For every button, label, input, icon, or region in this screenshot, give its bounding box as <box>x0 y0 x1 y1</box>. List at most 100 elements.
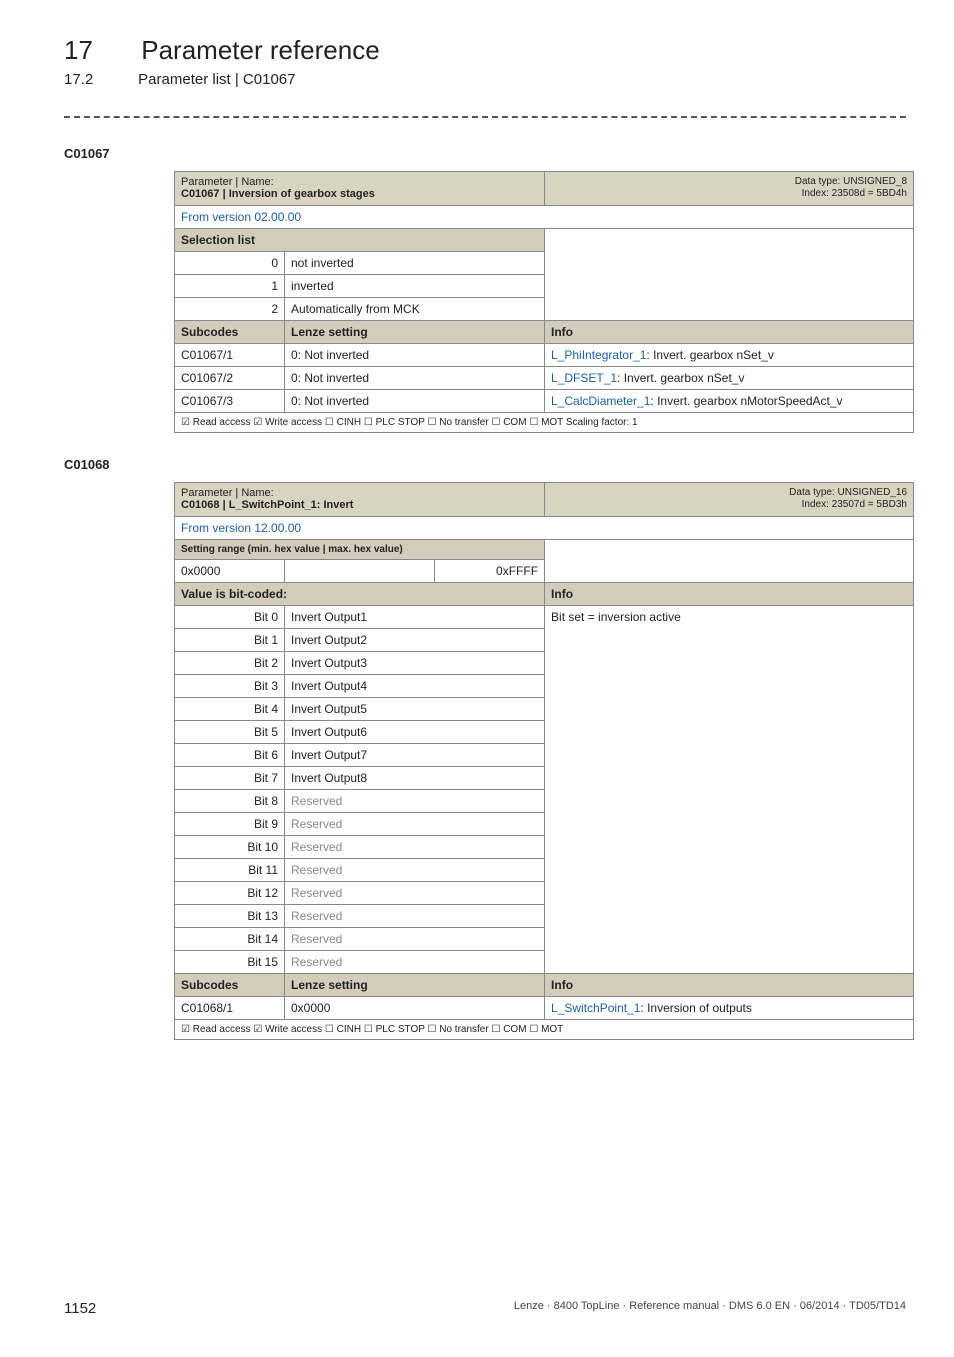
section-number: 17.2 <box>64 71 134 88</box>
bit-info <box>545 766 914 789</box>
bit-text: Reserved <box>285 835 545 858</box>
bit-number: Bit 9 <box>175 812 285 835</box>
subcode-link[interactable]: L_SwitchPoint_1 <box>551 1001 640 1015</box>
sel-num: 0 <box>175 251 285 274</box>
table-row: Bit 15Reserved <box>175 950 914 973</box>
range-max: 0xFFFF <box>435 559 545 582</box>
sel-text: Automatically from MCK <box>285 297 545 320</box>
subcode-suffix: : Invert. gearbox nMotorSpeedAct_v <box>650 394 842 408</box>
table-c01067: Parameter | Name: C01067 | Inversion of … <box>174 171 914 433</box>
param-name-cell: Parameter | Name: C01067 | Inversion of … <box>175 171 545 205</box>
bit-text: Reserved <box>285 881 545 904</box>
subcode-info: L_DFSET_1: Invert. gearbox nSet_v <box>545 366 914 389</box>
bit-text: Invert Output5 <box>285 697 545 720</box>
sel-num: 2 <box>175 297 285 320</box>
subcode-link[interactable]: L_DFSET_1 <box>551 371 617 385</box>
page-number: 1152 <box>64 1300 96 1317</box>
table-row: Bit 13Reserved <box>175 904 914 927</box>
bit-number: Bit 15 <box>175 950 285 973</box>
version-link[interactable]: From version 02.00.00 <box>181 210 301 224</box>
subcode-link[interactable]: L_CalcDiameter_1 <box>551 394 650 408</box>
bit-number: Bit 12 <box>175 881 285 904</box>
chapter-number: 17 <box>64 36 134 65</box>
subcodes-col-c: Info <box>545 973 914 996</box>
table-row: 0 not inverted <box>175 251 914 274</box>
table-row: Bit 6Invert Output7 <box>175 743 914 766</box>
table-row: C01067/3 0: Not inverted L_CalcDiameter_… <box>175 389 914 412</box>
bit-text: Reserved <box>285 904 545 927</box>
subcode-id: C01067/1 <box>175 343 285 366</box>
bit-number: Bit 2 <box>175 651 285 674</box>
sel-text: inverted <box>285 274 545 297</box>
bit-text: Reserved <box>285 950 545 973</box>
subcode-link[interactable]: L_PhiIntegrator_1 <box>551 348 646 362</box>
bit-text: Reserved <box>285 812 545 835</box>
bit-info <box>545 651 914 674</box>
bit-info <box>545 789 914 812</box>
param-label: Parameter | Name: <box>181 176 274 188</box>
table-row: Bit 10Reserved <box>175 835 914 858</box>
table-row: 1 inverted <box>175 274 914 297</box>
table-row: C01067/2 0: Not inverted L_DFSET_1: Inve… <box>175 366 914 389</box>
bit-text: Reserved <box>285 927 545 950</box>
range-min: 0x0000 <box>175 559 285 582</box>
divider <box>64 116 906 118</box>
bit-info <box>545 881 914 904</box>
param-name-cell: Parameter | Name: C01068 | L_SwitchPoint… <box>175 482 545 516</box>
bit-info <box>545 628 914 651</box>
chapter-title: Parameter reference <box>141 35 379 65</box>
bit-number: Bit 0 <box>175 605 285 628</box>
version-link[interactable]: From version 12.00.00 <box>181 521 301 535</box>
param-name: C01067 | Inversion of gearbox stages <box>181 188 375 200</box>
bit-info <box>545 812 914 835</box>
bit-text: Invert Output2 <box>285 628 545 651</box>
table-header-row: Parameter | Name: C01067 | Inversion of … <box>175 171 914 205</box>
bit-text: Invert Output8 <box>285 766 545 789</box>
table-row: 2 Automatically from MCK <box>175 297 914 320</box>
bit-info <box>545 697 914 720</box>
subcodes-col-c: Info <box>545 320 914 343</box>
bit-text: Reserved <box>285 858 545 881</box>
page-footer: 1152 Lenze · 8400 TopLine · Reference ma… <box>64 1300 906 1317</box>
table-row: Bit 7Invert Output8 <box>175 766 914 789</box>
bit-number: Bit 4 <box>175 697 285 720</box>
bit-info <box>545 743 914 766</box>
table-row: Bit 12Reserved <box>175 881 914 904</box>
bitcoded-header: Value is bit-coded: Info <box>175 582 914 605</box>
bit-number: Bit 11 <box>175 858 285 881</box>
bit-text: Invert Output4 <box>285 674 545 697</box>
bit-text: Reserved <box>285 789 545 812</box>
bitcoded-label: Value is bit-coded: <box>175 582 545 605</box>
setting-range-header: Setting range (min. hex value | max. hex… <box>175 539 914 559</box>
subcode-id: C01067/2 <box>175 366 285 389</box>
range-label: Setting range (min. hex value | max. hex… <box>175 539 545 559</box>
datatype: Data type: UNSIGNED_8 <box>795 176 907 187</box>
selection-list-header: Selection list <box>175 228 914 251</box>
version-cell: From version 02.00.00 <box>175 205 914 228</box>
bit-info <box>545 927 914 950</box>
chapter-heading: 17 Parameter reference <box>64 36 906 65</box>
bit-number: Bit 1 <box>175 628 285 651</box>
bit-number: Bit 10 <box>175 835 285 858</box>
table-row: Bit 14Reserved <box>175 927 914 950</box>
section-title: Parameter list | C01067 <box>138 71 295 88</box>
table-row: 0x0000 0xFFFF <box>175 559 914 582</box>
subcodes-col-a: Subcodes <box>175 973 285 996</box>
subcode-suffix: : Inversion of outputs <box>640 1001 751 1015</box>
table-row: Bit 4Invert Output5 <box>175 697 914 720</box>
bit-number: Bit 8 <box>175 789 285 812</box>
subcode-setting: 0x0000 <box>285 996 545 1019</box>
table-row: Bit 1Invert Output2 <box>175 628 914 651</box>
table-row: Bit 0Invert Output1Bit set = inversion a… <box>175 605 914 628</box>
bit-info <box>545 950 914 973</box>
datatype-cell: Data type: UNSIGNED_8 Index: 23508d = 5B… <box>545 171 914 205</box>
subcode-info: L_PhiIntegrator_1: Invert. gearbox nSet_… <box>545 343 914 366</box>
sel-text: not inverted <box>285 251 545 274</box>
subcode-suffix: : Invert. gearbox nSet_v <box>646 348 773 362</box>
index: Index: 23507d = 5BD3h <box>802 499 907 510</box>
bit-info: Bit set = inversion active <box>545 605 914 628</box>
param-name: C01068 | L_SwitchPoint_1: Invert <box>181 499 353 511</box>
bit-info <box>545 904 914 927</box>
subcode-setting: 0: Not inverted <box>285 389 545 412</box>
footer-right: Lenze · 8400 TopLine · Reference manual … <box>514 1300 906 1317</box>
